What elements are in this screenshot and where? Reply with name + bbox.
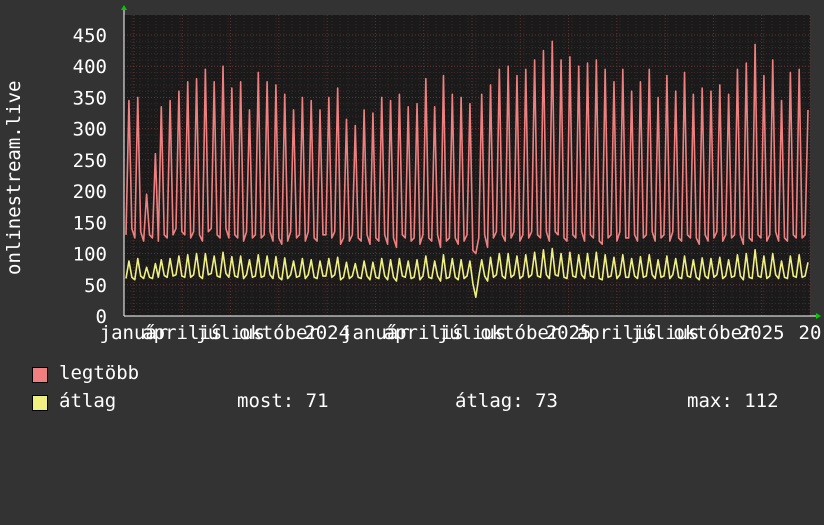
y-axis-label: onlinestream.live [3,81,25,275]
y-tick-labels: 050100150200250300350400450 [73,25,107,328]
stat-atlag: átlag: 73 [455,390,558,412]
y-tick-label: 100 [73,244,107,266]
legend-label-legtobb: legtöbb [59,362,140,384]
y-tick-label: 50 [84,275,107,297]
stat-most: most: 71 [237,390,329,412]
y-tick-label: 200 [73,181,107,203]
x-tick-label: 2025 [739,322,785,344]
legend-item-legtobb: legtöbb [32,362,139,385]
legend-label-atlag: átlag [59,390,117,412]
x-tick-label: 20 [799,322,822,344]
legend-swatch-legtobb [32,367,48,383]
x-tick-labels: januáráprilisjúliusoktóber2024januárápri… [100,322,822,344]
y-tick-label: 350 [73,87,107,109]
stat-max: max: 112 [687,390,779,412]
y-tick-label: 150 [73,212,107,234]
legend-item-atlag: átlag most: 71 átlag: 73 max: 112 [32,390,812,413]
y-tick-label: 250 [73,150,107,172]
y-tick-label: 450 [73,25,107,47]
y-axis-arrow-icon [121,5,127,10]
y-tick-label: 300 [73,119,107,141]
y-tick-label: 400 [73,56,107,78]
legend-swatch-atlag [32,395,48,411]
x-axis-arrow-icon [816,313,821,319]
